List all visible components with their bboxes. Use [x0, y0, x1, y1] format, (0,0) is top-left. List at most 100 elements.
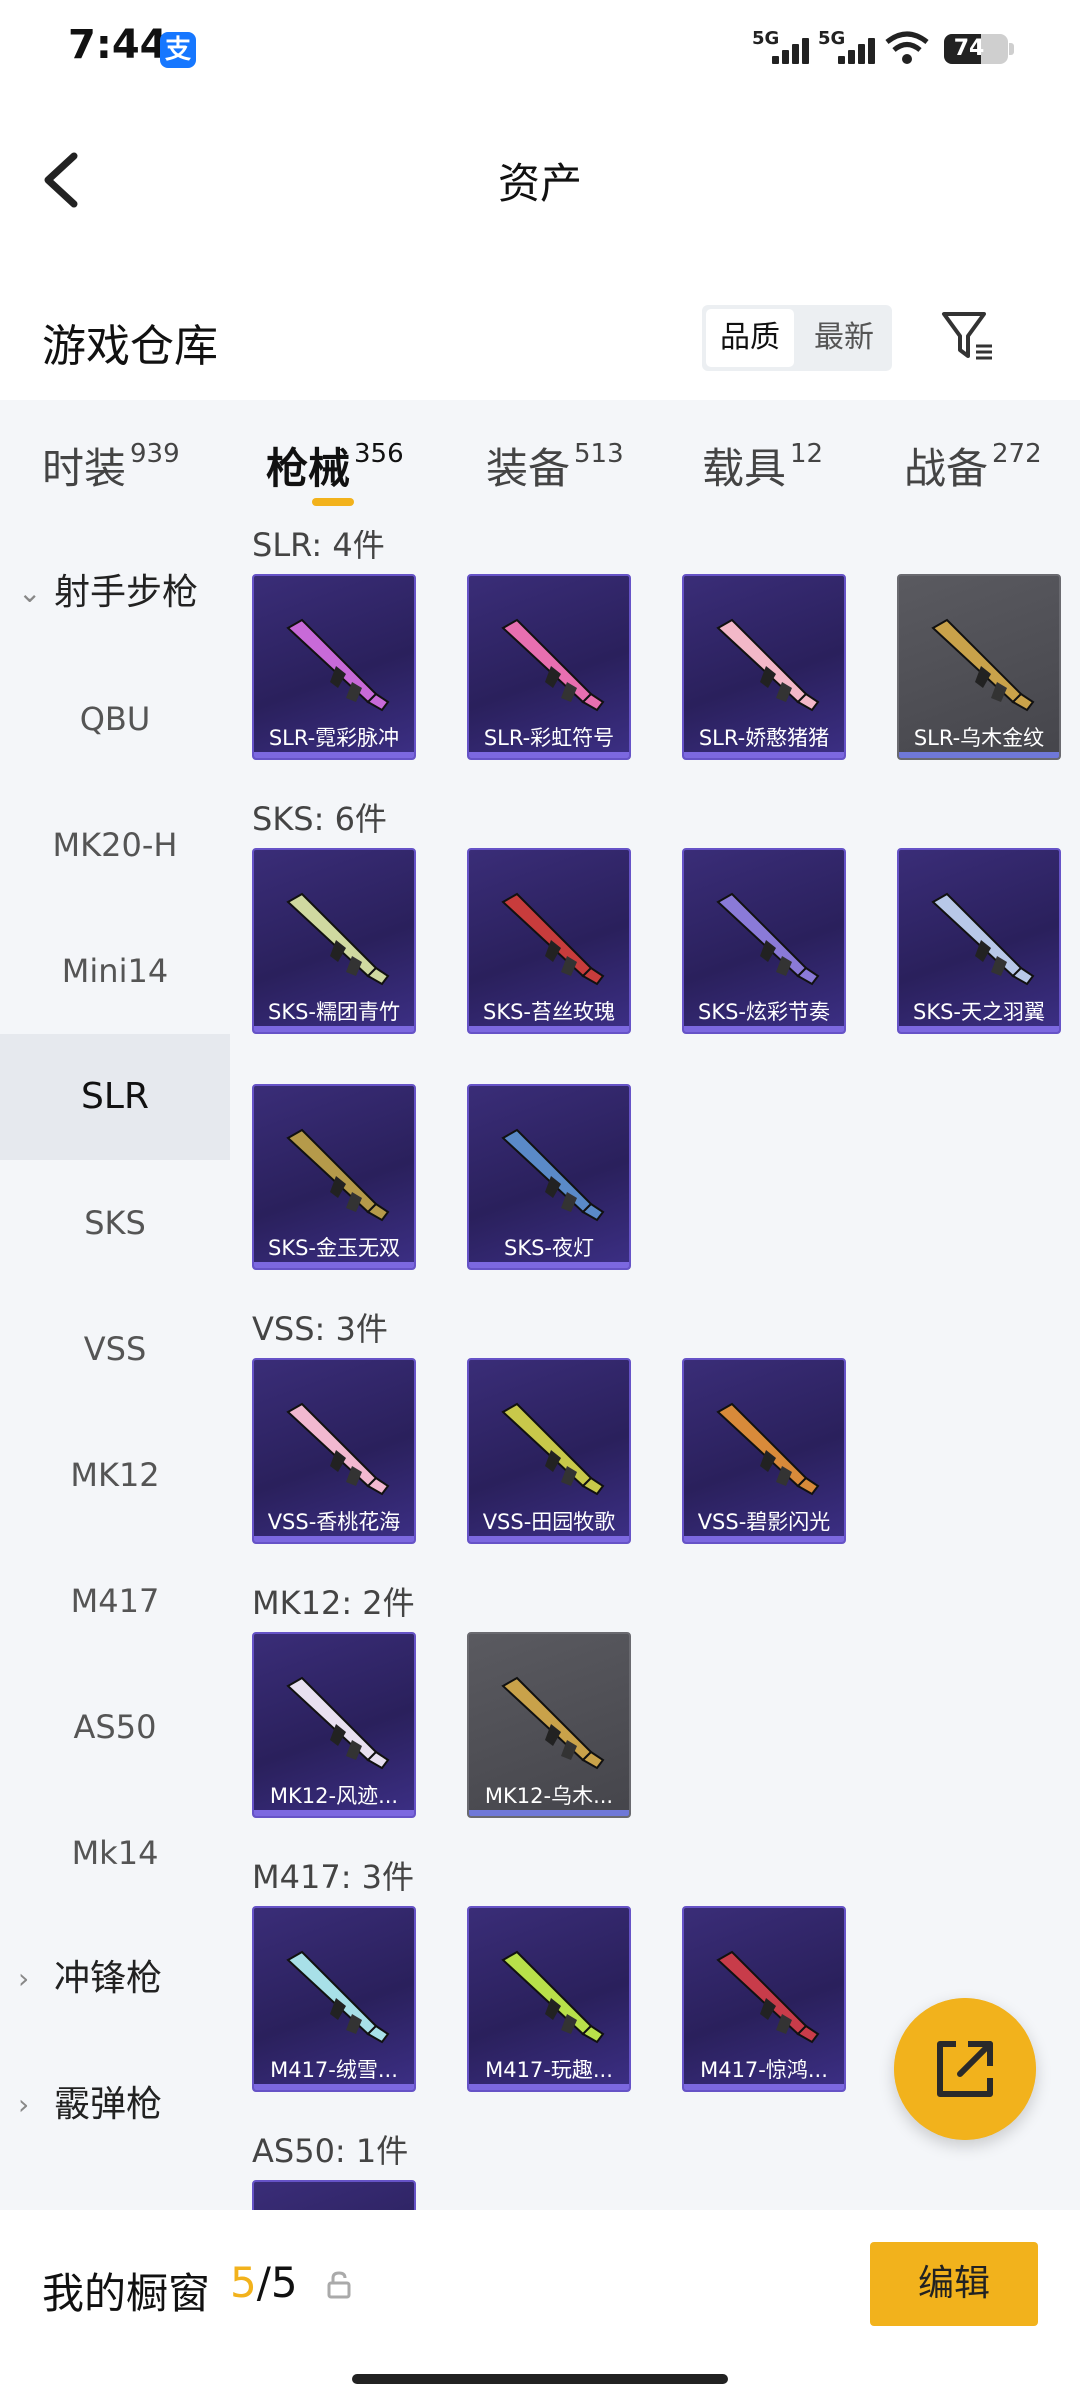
category-tabs: 时装 939 枪械 356 装备 513 载具 12 战备 272	[0, 400, 1080, 530]
weapon-name: VSS-碧影闪光	[697, 1510, 831, 1534]
weapon-card[interactable]: SKS-糯团青竹	[252, 848, 416, 1034]
weapon-name: VSS-香桃花海	[267, 1510, 401, 1534]
weapon-card[interactable]: SLR-霓彩脉冲	[252, 574, 416, 760]
weapon-name: SKS-苔丝玫瑰	[482, 1000, 615, 1024]
weapon-name: M417-绒雪...	[270, 2058, 398, 2082]
rarity-stripe	[254, 1262, 414, 1268]
weapon-card[interactable]: SKS-夜灯	[467, 1084, 631, 1270]
tab-supplies[interactable]: 战备 272	[904, 435, 1042, 505]
sidebar-item-qbu[interactable]: QBU	[0, 656, 230, 782]
rifle-icon	[286, 1676, 390, 1770]
rifle-icon	[501, 1128, 605, 1222]
weapon-card[interactable]: SKS-苔丝玫瑰	[467, 848, 631, 1034]
filter-icon[interactable]	[938, 306, 998, 366]
battery-icon: 74	[944, 34, 1014, 64]
rarity-stripe	[254, 1810, 414, 1816]
rifle-icon	[501, 618, 605, 712]
showcase-label: 我的橱窗	[42, 2269, 211, 2318]
weapon-card[interactable]: VSS-香桃花海	[252, 1358, 416, 1544]
rifle-icon	[501, 1402, 605, 1496]
weapon-card[interactable]: M417-玩趣...	[467, 1906, 631, 2092]
rifle-icon	[501, 1676, 605, 1770]
sidebar-item-vss[interactable]: VSS	[0, 1286, 230, 1412]
sidebar-item-slr[interactable]: SLR	[0, 1034, 230, 1160]
sidebar-item-sks[interactable]: SKS	[0, 1160, 230, 1286]
alipay-icon: 支	[160, 32, 196, 68]
rarity-stripe	[684, 1536, 844, 1542]
rarity-stripe	[254, 2084, 414, 2090]
signal-icon: 5G	[752, 28, 814, 68]
group-label: AS50: 1件	[252, 2132, 409, 2170]
weapon-card[interactable]: SKS-炫彩节奏	[682, 848, 846, 1034]
weapon-card[interactable]: VSS-田园牧歌	[467, 1358, 631, 1544]
weapon-card[interactable]: VSS-碧影闪光	[682, 1358, 846, 1544]
rarity-stripe	[469, 1262, 629, 1268]
sort-toggle: 品质 最新	[702, 305, 892, 371]
rifle-icon	[931, 618, 1035, 712]
rarity-stripe	[254, 752, 414, 758]
group-label: MK12: 2件	[252, 1584, 415, 1622]
weapon-name: SKS-天之羽翼	[912, 1000, 1045, 1024]
tab-vehicles[interactable]: 载具 12	[702, 435, 823, 505]
showcase-bar: 我的橱窗 5/5 编辑	[0, 2210, 1080, 2400]
rifle-icon	[286, 892, 390, 986]
home-indicator	[352, 2374, 728, 2384]
chevron-down-icon: ⌄	[18, 576, 42, 609]
rarity-stripe	[469, 1810, 629, 1816]
sidebar-item-mk12[interactable]: MK12	[0, 1412, 230, 1538]
rifle-icon	[716, 1950, 820, 2044]
rifle-icon	[716, 618, 820, 712]
edit-button[interactable]: 编辑	[870, 2242, 1038, 2326]
sidebar-group-smg[interactable]: › 冲锋枪	[0, 1916, 230, 2042]
rifle-icon	[501, 892, 605, 986]
share-button[interactable]	[894, 1998, 1036, 2140]
weapon-card[interactable]: M417-绒雪...	[252, 1906, 416, 2092]
weapon-card[interactable]: SLR-乌木金纹	[897, 574, 1061, 760]
weapon-name: SKS-糯团青竹	[267, 1000, 400, 1024]
weapon-card[interactable]	[252, 2180, 416, 2210]
group-label: SLR: 4件	[252, 530, 385, 564]
chevron-right-icon: ›	[18, 1962, 30, 1995]
rarity-stripe	[469, 752, 629, 758]
tab-firearms[interactable]: 枪械 356	[266, 435, 404, 505]
tab-fashion[interactable]: 时装 939	[42, 435, 180, 505]
weapon-name: VSS-田园牧歌	[482, 1510, 616, 1534]
weapon-name: SLR-彩虹符号	[483, 726, 615, 750]
weapon-name: MK12-乌木...	[484, 1784, 614, 1808]
weapon-card[interactable]: SKS-天之羽翼	[897, 848, 1061, 1034]
weapon-card[interactable]: SLR-娇憨猪猪	[682, 574, 846, 760]
showcase-count: 5/5	[230, 2258, 298, 2307]
rifle-icon	[286, 1128, 390, 1222]
sort-newest-button[interactable]: 最新	[800, 309, 888, 367]
sort-quality-button[interactable]: 品质	[706, 309, 794, 367]
weapon-name: SLR-霓彩脉冲	[268, 726, 400, 750]
rarity-stripe	[469, 1026, 629, 1032]
weapon-card[interactable]: M417-惊鸿...	[682, 1906, 846, 2092]
sidebar-item-m417[interactable]: M417	[0, 1538, 230, 1664]
active-tab-indicator	[312, 498, 354, 506]
weapon-card[interactable]: MK12-风迹...	[252, 1632, 416, 1818]
weapon-grid: SLR: 4件 SLR-霓彩脉冲 SLR-彩虹符号 SLR-娇憨猪猪 SLR-乌木金纹 S…	[230, 530, 1080, 2210]
sidebar-item-mk20h[interactable]: MK20-H	[0, 782, 230, 908]
rarity-stripe	[254, 1536, 414, 1542]
lock-icon	[327, 2271, 351, 2299]
wifi-icon	[885, 31, 929, 64]
status-bar: 7:44 支 5G 5G 74	[0, 0, 1080, 100]
rifle-icon	[931, 892, 1035, 986]
weapon-card[interactable]: SLR-彩虹符号	[467, 574, 631, 760]
sidebar-item-mini14[interactable]: Mini14	[0, 908, 230, 1034]
tab-equipment[interactable]: 装备 513	[486, 435, 624, 505]
chevron-right-icon: ›	[18, 2088, 30, 2121]
rarity-stripe	[684, 2084, 844, 2090]
sidebar-item-mk14[interactable]: Mk14	[0, 1790, 230, 1916]
group-label: SKS: 6件	[252, 800, 387, 838]
weapon-card[interactable]: SKS-金玉无双	[252, 1084, 416, 1270]
rifle-icon	[501, 1950, 605, 2044]
status-time: 7:44	[68, 22, 168, 68]
sidebar-group-marksman[interactable]: ⌄ 射手步枪	[0, 530, 230, 656]
weapon-card[interactable]: MK12-乌木...	[467, 1632, 631, 1818]
rifle-icon	[286, 1950, 390, 2044]
weapon-name: SKS-炫彩节奏	[697, 1000, 830, 1024]
sidebar-item-as50[interactable]: AS50	[0, 1664, 230, 1790]
sidebar-group-shotgun[interactable]: › 霰弹枪	[0, 2042, 230, 2168]
